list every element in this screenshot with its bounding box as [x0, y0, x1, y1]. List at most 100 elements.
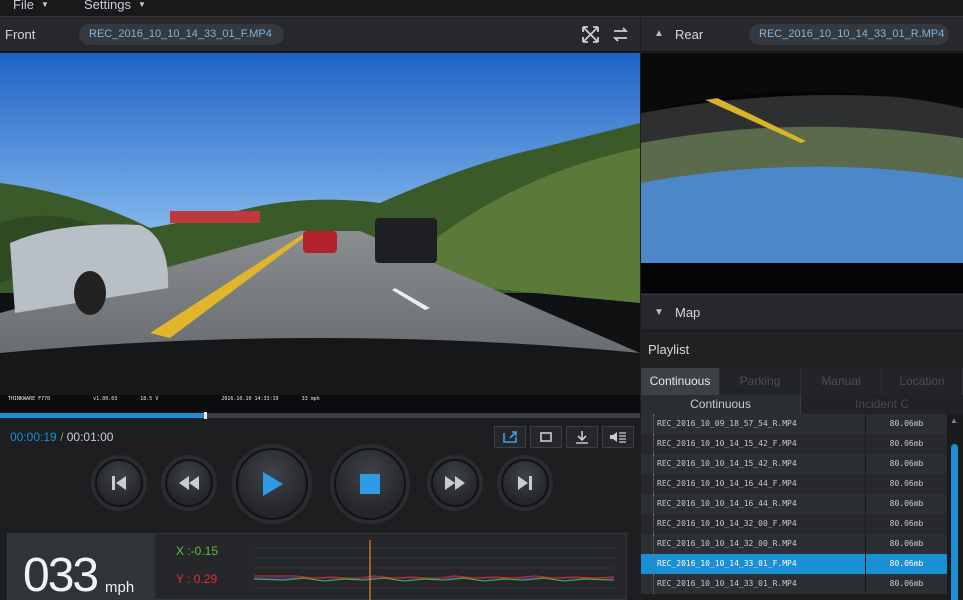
playlist-header: Playlist [641, 332, 963, 368]
playlist-filesize: 80.06mb [865, 474, 947, 494]
menu-settings[interactable]: Settings ▼ [84, 0, 146, 12]
playlist-tabs: Continuous Parking Manual Location [641, 368, 963, 395]
menu-file-label: File [13, 0, 34, 12]
rear-video[interactable] [641, 53, 963, 293]
playlist-filesize: 80.06mb [865, 574, 947, 594]
playlist-row[interactable]: REC_2016_10_10_14_15_42_R.MP4 80.06mb [641, 454, 947, 474]
previous-button[interactable] [95, 459, 143, 507]
fast-forward-icon [445, 476, 465, 490]
speed-value: 033 [23, 549, 99, 600]
stop-button[interactable] [334, 448, 406, 520]
playlist-filename: REC_2016_10_10_14_15_42_F.MP4 [657, 439, 797, 448]
playlist-filename: REC_2016_10_10_14_16_44_R.MP4 [657, 499, 797, 508]
playlist-scrollbar[interactable]: ▲ [947, 414, 963, 600]
tab-location[interactable]: Location [882, 368, 963, 395]
play-button[interactable] [236, 448, 308, 520]
front-video-frame [0, 53, 640, 413]
gsensor-x: X :-0.15 [176, 544, 219, 558]
playlist-row[interactable]: REC_2016_10_10_14_16_44_F.MP4 80.06mb [641, 474, 947, 494]
fullscreen-icon[interactable] [582, 26, 599, 48]
playlist-filesize: 80.06mb [865, 554, 947, 574]
swap-icon[interactable] [612, 26, 629, 48]
tree-line [653, 454, 654, 474]
playlist-row[interactable]: REC_2016_10_10_14_32_00_F.MP4 80.06mb [641, 514, 947, 534]
export-icon [503, 431, 517, 443]
time-display: 00:00:19 / 00:01:00 [10, 430, 113, 444]
tree-line [653, 474, 654, 494]
download-button[interactable] [566, 426, 598, 448]
skip-previous-icon [112, 476, 126, 490]
progress-thumb[interactable] [203, 412, 207, 419]
speed-box: 033 mph [8, 534, 155, 600]
playlist-filename: REC_2016_10_10_14_16_44_F.MP4 [657, 479, 797, 488]
overlay-model: THINKWARE F770 [8, 396, 51, 402]
map-header[interactable]: ▼ Map [641, 294, 963, 331]
fast-forward-button[interactable] [431, 459, 479, 507]
playlist-filesize: 80.06mb [865, 454, 947, 474]
playlist-filename: REC_2016_10_10_14_33_01_R.MP4 [657, 579, 797, 588]
stop-icon [360, 474, 380, 494]
rewind-button[interactable] [165, 459, 213, 507]
menu-settings-label: Settings [84, 0, 131, 12]
overlay-version: v1.00.03 [93, 396, 118, 402]
playlist-filesize: 80.06mb [865, 494, 947, 514]
playlist-row[interactable]: REC_2016_10_10_14_16_44_R.MP4 80.06mb [641, 494, 947, 514]
next-button[interactable] [501, 459, 549, 507]
rear-label: Rear [675, 27, 704, 42]
tab-continuous[interactable]: Continuous [641, 368, 720, 395]
speed-unit: mph [105, 579, 135, 596]
volume-button[interactable] [602, 426, 634, 448]
playlist-filesize: 80.06mb [865, 534, 947, 554]
skip-next-icon [518, 476, 532, 490]
menu-file[interactable]: File ▼ [13, 0, 49, 12]
playlist-filename: REC_2016_10_10_14_32_00_R.MP4 [657, 539, 797, 548]
playlist-row[interactable]: REC_2016_10_10_14_33_01_R.MP4 80.06mb [641, 574, 947, 594]
tree-line [653, 534, 654, 554]
rear-filename: REC_2016_10_10_14_33_01_R.MP4 [749, 24, 949, 45]
playlist-filename: REC_2016_10_10_14_33_01_F.MP4 [657, 559, 797, 568]
map-label: Map [675, 305, 701, 320]
scrollbar-thumb[interactable] [951, 444, 958, 600]
playlist-row[interactable]: REC_2016_10_10_14_33_01_F.MP4 80.06mb [641, 554, 947, 574]
playlist-filesize: 80.06mb [865, 514, 947, 534]
playlist-row[interactable]: REC_2016_10_10_14_15_42_F.MP4 80.06mb [641, 434, 947, 454]
gsensor-graph [254, 540, 614, 600]
playlist-filename: REC_2016_10_09_18_57_54_R.MP4 [657, 419, 797, 428]
export-button[interactable] [494, 426, 526, 448]
front-header: Front REC_2016_10_10_14_33_01_F.MP4 [0, 16, 640, 52]
tree-line [653, 574, 654, 594]
capture-button[interactable] [530, 426, 562, 448]
tree-line [653, 514, 654, 534]
tree-line [653, 434, 654, 454]
menu-bar: File ▼ Settings ▼ [0, 0, 963, 16]
tab-parking[interactable]: Parking [720, 368, 801, 395]
rear-video-frame [641, 53, 963, 293]
collapse-icon[interactable]: ▲ [654, 28, 664, 39]
playlist-label: Playlist [648, 342, 690, 357]
expand-icon[interactable]: ▼ [654, 307, 664, 318]
playlist-row[interactable]: REC_2016_10_09_18_57_54_R.MP4 80.06mb [641, 414, 947, 434]
rear-header: ▲ Rear REC_2016_10_10_14_33_01_R.MP4 [641, 16, 963, 52]
tree-line [653, 494, 654, 514]
gsensor-y: Y : 0.29 [176, 572, 218, 586]
overlay-voltage: 18.5 V [140, 396, 159, 402]
playlist-subtabs: Continuous Incident C [641, 395, 963, 414]
chevron-down-icon: ▼ [40, 0, 49, 9]
subtab-continuous[interactable]: Continuous [641, 395, 801, 414]
front-filename: REC_2016_10_10_14_33_01_F.MP4 [79, 24, 284, 45]
square-icon [540, 432, 552, 442]
subtab-incident[interactable]: Incident C [801, 395, 963, 414]
chevron-down-icon: ▼ [137, 0, 146, 9]
progress-track[interactable] [0, 412, 640, 419]
scroll-up-icon[interactable]: ▲ [950, 416, 958, 425]
video-overlay-text: THINKWARE F770 v1.00.03 18.5 V 2016.10.1… [8, 396, 320, 402]
playlist-row[interactable]: REC_2016_10_10_14_32_00_R.MP4 80.06mb [641, 534, 947, 554]
playlist-filename: REC_2016_10_10_14_32_00_F.MP4 [657, 519, 797, 528]
tree-line [653, 554, 654, 574]
tab-manual[interactable]: Manual [801, 368, 882, 395]
overlay-speed: 33 mph [301, 396, 320, 402]
volume-icon [610, 432, 626, 443]
front-video[interactable]: THINKWARE F770 v1.00.03 18.5 V 2016.10.1… [0, 53, 640, 413]
playlist-filename: REC_2016_10_10_14_15_42_R.MP4 [657, 459, 797, 468]
front-label: Front [5, 27, 36, 42]
